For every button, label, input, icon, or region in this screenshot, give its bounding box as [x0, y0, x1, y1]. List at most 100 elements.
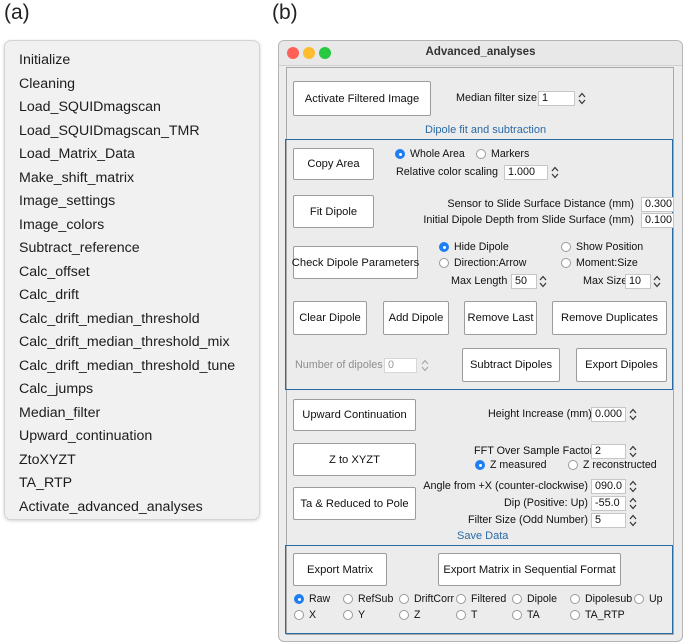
option-label: TA — [527, 609, 540, 621]
max-size-input[interactable]: 10 — [625, 274, 651, 289]
radio-unselected-icon — [439, 258, 449, 268]
menu-item-calc-drift-median-threshold-mix[interactable]: Calc_drift_median_threshold_mix — [19, 334, 230, 350]
markers-label: Markers — [491, 148, 530, 160]
save-option-x[interactable]: X — [294, 609, 316, 621]
option-label: T — [471, 609, 478, 621]
save-option-ta-rtp[interactable]: TA_RTP — [570, 609, 625, 621]
menu-item-upward-continuation[interactable]: Upward_continuation — [19, 428, 152, 444]
save-option-t[interactable]: T — [456, 609, 477, 621]
option-label: X — [309, 609, 317, 621]
panel-a-label: (a) — [4, 1, 30, 24]
fit-dipole-button[interactable]: Fit Dipole — [293, 195, 374, 228]
remove-last-button[interactable]: Remove Last — [464, 301, 537, 335]
save-option-up[interactable]: Up — [634, 593, 663, 605]
hide-dipole-radio[interactable]: Hide Dipole — [439, 241, 509, 253]
save-option-dipole[interactable]: Dipole — [512, 593, 557, 605]
menu-item-image-settings[interactable]: Image_settings — [19, 193, 115, 209]
option-label: Raw — [309, 593, 331, 605]
show-position-radio[interactable]: Show Position — [561, 241, 643, 253]
check-dipole-parameters-button[interactable]: Check Dipole Parameters — [292, 246, 419, 279]
subtract-dipoles-button[interactable]: Subtract Dipoles — [462, 348, 560, 382]
moment-size-radio[interactable]: Moment:Size — [561, 257, 638, 269]
menu-item-calc-drift-median-threshold[interactable]: Calc_drift_median_threshold — [19, 311, 200, 327]
direction-arrow-radio[interactable]: Direction:Arrow — [439, 257, 526, 269]
ta-reduced-to-pole-button[interactable]: Ta & Reduced to Pole — [293, 487, 416, 520]
copy-area-button[interactable]: Copy Area — [293, 148, 374, 180]
menu-item-load-squidmagscan[interactable]: Load_SQUIDmagscan — [19, 99, 161, 115]
window-title: Advanced_analyses — [425, 46, 536, 58]
median-filter-size-input[interactable]: 1 — [538, 91, 575, 106]
menu-item-load-matrix-data[interactable]: Load_Matrix_Data — [19, 146, 135, 162]
filter-size-stepper[interactable] — [629, 513, 637, 528]
remove-duplicates-button[interactable]: Remove Duplicates — [552, 301, 667, 335]
menu-item-ta-rtp[interactable]: TA_RTP — [19, 475, 72, 491]
radio-selected-icon — [475, 460, 485, 470]
menu-item-calc-offset[interactable]: Calc_offset — [19, 264, 90, 280]
menu-item-calc-drift-median-threshold-tune[interactable]: Calc_drift_median_threshold_tune — [19, 358, 235, 374]
radio-unselected-icon — [561, 242, 571, 252]
sensor-distance-input[interactable]: 0.300 — [641, 197, 674, 212]
menu-item-initialize[interactable]: Initialize — [19, 52, 70, 68]
whole-area-radio[interactable]: Whole Area — [395, 148, 465, 160]
menu-item-make-shift-matrix[interactable]: Make_shift_matrix — [19, 170, 134, 186]
menu-item-cleaning[interactable]: Cleaning — [19, 76, 75, 92]
max-length-input[interactable]: 50 — [511, 274, 537, 289]
add-dipole-button[interactable]: Add Dipole — [383, 301, 449, 335]
fft-oversample-stepper[interactable] — [629, 444, 637, 459]
save-option-filtered[interactable]: Filtered — [456, 593, 506, 605]
radio-unselected-icon — [570, 594, 580, 604]
initial-depth-label: Initial Dipole Depth from Slide Surface … — [423, 214, 634, 226]
menu-item-ztoxyzt[interactable]: ZtoXYZT — [19, 452, 76, 468]
menu-item-image-colors[interactable]: Image_colors — [19, 217, 104, 233]
menu-item-calc-jumps[interactable]: Calc_jumps — [19, 381, 93, 397]
save-option-driftcorr[interactable]: DriftCorr — [399, 593, 454, 605]
number-of-dipoles-label: Number of dipoles — [295, 359, 383, 371]
radio-unselected-icon — [456, 610, 466, 620]
menu-item-median-filter[interactable]: Median_filter — [19, 405, 100, 421]
relative-color-scaling-input[interactable]: 1.000 — [504, 165, 548, 180]
angle-stepper[interactable] — [629, 479, 637, 494]
clear-dipole-button[interactable]: Clear Dipole — [293, 301, 367, 335]
radio-selected-icon — [439, 242, 449, 252]
number-of-dipoles-input: 0 — [384, 358, 417, 373]
dip-stepper[interactable] — [629, 496, 637, 511]
z-measured-radio[interactable]: Z measured — [475, 459, 547, 471]
max-length-label: Max Length — [451, 275, 508, 287]
initial-depth-input[interactable]: 0.100 — [641, 213, 674, 228]
angle-input[interactable]: 090.0 — [591, 479, 626, 494]
fft-oversample-input[interactable]: 2 — [591, 444, 626, 459]
radio-unselected-icon — [399, 610, 409, 620]
save-option-z[interactable]: Z — [399, 609, 420, 621]
markers-radio[interactable]: Markers — [476, 148, 529, 160]
filter-size-input[interactable]: 5 — [591, 513, 626, 528]
upward-continuation-button[interactable]: Upward Continuation — [293, 399, 416, 431]
activate-filtered-image-button[interactable]: Activate Filtered Image — [293, 81, 431, 116]
z-reconstructed-radio[interactable]: Z reconstructed — [568, 459, 657, 471]
menu-item-activate-advanced-analyses[interactable]: Activate_advanced_analyses — [19, 499, 203, 515]
option-label: Y — [358, 609, 366, 621]
export-dipoles-button[interactable]: Export Dipoles — [576, 348, 667, 382]
height-increase-stepper[interactable] — [629, 407, 637, 422]
export-matrix-button[interactable]: Export Matrix — [293, 553, 387, 586]
radio-unselected-icon — [512, 610, 522, 620]
save-option-ta[interactable]: TA — [512, 609, 540, 621]
menu-item-subtract-reference[interactable]: Subtract_reference — [19, 240, 140, 256]
radio-unselected-icon — [561, 258, 571, 268]
save-option-refsub[interactable]: RefSub — [343, 593, 393, 605]
option-label: Dipolesub — [585, 593, 633, 605]
whole-area-label: Whole Area — [410, 148, 465, 160]
menu-item-calc-drift[interactable]: Calc_drift — [19, 287, 79, 303]
menu-item-load-squidmagscan-tmr[interactable]: Load_SQUIDmagscan_TMR — [19, 123, 200, 139]
median-filter-size-stepper[interactable] — [578, 91, 586, 106]
z-to-xyzt-button[interactable]: Z to XYZT — [293, 443, 416, 476]
save-option-dipolesub[interactable]: Dipolesub — [570, 593, 632, 605]
max-length-stepper[interactable] — [539, 274, 547, 289]
save-option-y[interactable]: Y — [343, 609, 365, 621]
relative-color-scaling-stepper[interactable] — [551, 165, 559, 180]
height-increase-input[interactable]: 0.000 — [591, 407, 626, 422]
option-label: Filtered — [471, 593, 507, 605]
max-size-stepper[interactable] — [653, 274, 661, 289]
save-option-raw[interactable]: Raw — [294, 593, 330, 605]
dip-input[interactable]: -55.0 — [591, 496, 626, 511]
export-sequential-button[interactable]: Export Matrix in Sequential Format — [438, 553, 621, 586]
